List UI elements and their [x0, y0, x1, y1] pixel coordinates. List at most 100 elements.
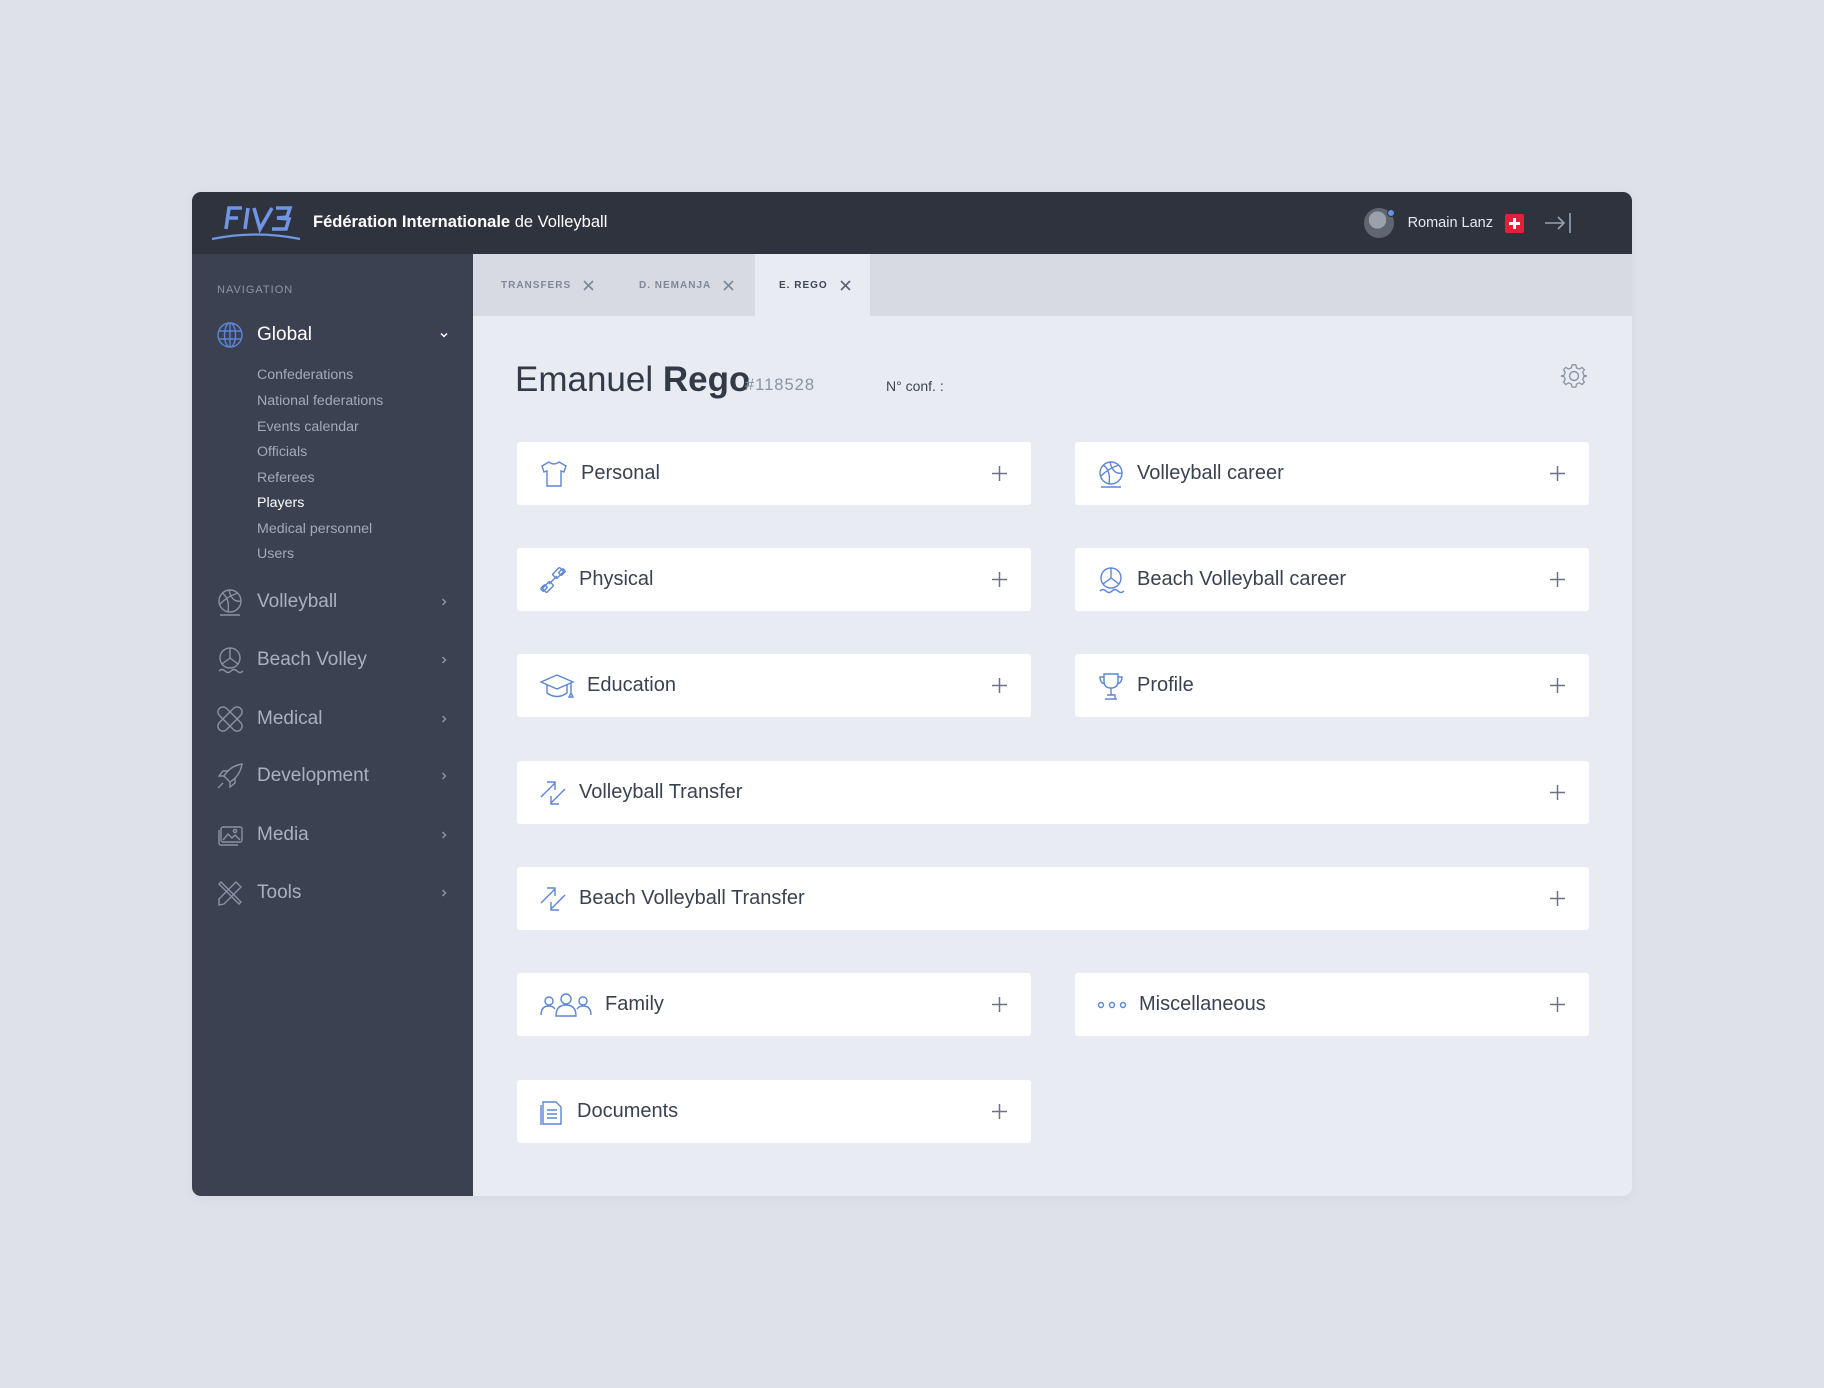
plus-icon[interactable]: [1548, 995, 1567, 1014]
section-volleyball-career[interactable]: Volleyball career: [1075, 442, 1589, 505]
brand-title-bold: Fédération Internationale: [313, 213, 511, 231]
nav-section-label: Global: [257, 324, 312, 345]
section-label: Miscellaneous: [1139, 993, 1266, 1015]
plus-icon[interactable]: [990, 995, 1009, 1014]
chevron-down-icon[interactable]: [438, 329, 450, 341]
tab-label: TRANSFERS: [501, 279, 572, 291]
close-icon[interactable]: [840, 279, 851, 291]
chevron-right-icon[interactable]: [438, 887, 450, 899]
sidebar-item-users[interactable]: Users: [257, 546, 294, 562]
tab-bar: TRANSFERS D. NEMANJA E. REGO: [473, 254, 1632, 316]
section-label: Beach Volleyball Transfer: [579, 887, 805, 909]
nav-section-beach-volley[interactable]: Beach Volley: [216, 644, 450, 676]
tab-transfers[interactable]: TRANSFERS: [473, 254, 608, 316]
section-miscellaneous[interactable]: Miscellaneous: [1075, 973, 1589, 1036]
nav-section-label: Beach Volley: [257, 649, 367, 670]
section-label: Volleyball Transfer: [579, 781, 743, 803]
user-menu[interactable]: Romain Lanz: [1363, 208, 1572, 238]
tools-icon: [218, 881, 242, 906]
sidebar-item-medical-personnel[interactable]: Medical personnel: [257, 521, 372, 537]
brand-title-rest: de Volleyball: [510, 213, 608, 231]
tab-d-nemanja[interactable]: D. NEMANJA: [611, 254, 751, 316]
swiss-flag-icon: [1505, 213, 1524, 233]
tab-e-rego[interactable]: E. REGO: [755, 254, 870, 316]
plus-icon[interactable]: [1548, 570, 1567, 589]
tab-label: E. REGO: [779, 279, 828, 291]
chevron-right-icon[interactable]: [438, 713, 450, 725]
sidebar-item-events-calendar[interactable]: Events calendar: [257, 419, 359, 435]
user-name[interactable]: Romain Lanz: [1408, 215, 1493, 231]
close-icon[interactable]: [723, 279, 734, 291]
section-label: Profile: [1137, 674, 1194, 696]
section-personal[interactable]: Personal: [517, 442, 1031, 505]
chevron-right-icon[interactable]: [438, 596, 450, 608]
nav-section-tools[interactable]: Tools: [216, 877, 450, 909]
section-documents[interactable]: Documents: [517, 1080, 1031, 1143]
section-label: Beach Volleyball career: [1137, 568, 1347, 590]
tab-label: D. NEMANJA: [639, 279, 712, 291]
section-beach-volleyball-transfer[interactable]: Beach Volleyball Transfer: [517, 867, 1589, 930]
section-volleyball-transfer[interactable]: Volleyball Transfer: [517, 761, 1589, 824]
player-first-name: Emanuel: [515, 360, 663, 399]
nav-section-media[interactable]: Media: [216, 819, 450, 851]
plus-icon[interactable]: [1548, 464, 1567, 483]
dumbbell-icon: [540, 566, 566, 593]
player-id: #118528: [745, 376, 816, 394]
nav-section-development[interactable]: Development: [216, 760, 450, 792]
beach-volleyball-icon: [1099, 566, 1125, 593]
trophy-icon: [1099, 672, 1123, 700]
nav-section-label: Media: [257, 824, 309, 845]
bandage-icon: [217, 706, 243, 732]
plus-icon[interactable]: [1548, 889, 1567, 908]
section-family[interactable]: Family: [517, 973, 1031, 1036]
shirt-icon: [541, 460, 567, 487]
section-label: Family: [605, 993, 664, 1015]
brand-title: Fédération Internationale de Volleyball: [313, 213, 607, 232]
plus-icon[interactable]: [1548, 676, 1567, 695]
sidebar-item-national-federations[interactable]: National federations: [257, 393, 383, 409]
more-dots-icon: [1097, 1001, 1127, 1008]
document-icon: [540, 1100, 562, 1125]
avatar[interactable]: [1363, 208, 1395, 238]
plus-icon[interactable]: [990, 464, 1009, 483]
section-label: Volleyball career: [1137, 462, 1284, 484]
close-icon[interactable]: [583, 279, 594, 291]
sidebar-item-confederations[interactable]: Confederations: [257, 367, 353, 383]
transfer-arrows-icon: [540, 780, 566, 805]
conf-number-label: N° conf. :: [886, 378, 944, 394]
rocket-icon: [217, 763, 243, 789]
sidebar-item-referees[interactable]: Referees: [257, 470, 315, 486]
nav-section-label: Development: [257, 765, 369, 786]
plus-icon[interactable]: [990, 676, 1009, 695]
transfer-arrows-icon: [540, 886, 566, 911]
graduation-cap-icon: [539, 673, 575, 698]
player-name: Emanuel Rego: [515, 360, 750, 400]
app-window: Fédération Internationale de Volleyball …: [192, 192, 1632, 1196]
section-profile[interactable]: Profile: [1075, 654, 1589, 717]
plus-icon[interactable]: [1548, 783, 1567, 802]
plus-icon[interactable]: [990, 570, 1009, 589]
sidebar-item-players[interactable]: Players: [257, 495, 304, 511]
top-bar: Fédération Internationale de Volleyball …: [192, 192, 1632, 254]
notification-dot: [1386, 209, 1395, 217]
section-label: Physical: [579, 568, 654, 590]
logout-icon[interactable]: [1544, 211, 1572, 235]
section-education[interactable]: Education: [517, 654, 1031, 717]
chevron-right-icon[interactable]: [438, 770, 450, 782]
nav-section-volleyball[interactable]: Volleyball: [216, 586, 450, 618]
sidebar-item-officials[interactable]: Officials: [257, 444, 307, 460]
chevron-right-icon[interactable]: [438, 829, 450, 841]
media-icon: [218, 826, 243, 846]
sidebar: NAVIGATION Global Confederations Nationa…: [192, 254, 473, 1196]
chevron-right-icon[interactable]: [438, 654, 450, 666]
plus-icon[interactable]: [990, 1102, 1009, 1121]
nav-section-label: Volleyball: [257, 591, 338, 612]
gear-icon[interactable]: [1560, 362, 1588, 390]
nav-section-global[interactable]: Global: [216, 319, 450, 351]
beach-volleyball-icon: [218, 647, 244, 674]
volleyball-icon: [218, 589, 242, 616]
fivb-logo[interactable]: [210, 202, 302, 244]
section-physical[interactable]: Physical: [517, 548, 1031, 611]
nav-section-medical[interactable]: Medical: [216, 703, 450, 735]
section-beach-volleyball-career[interactable]: Beach Volleyball career: [1075, 548, 1589, 611]
